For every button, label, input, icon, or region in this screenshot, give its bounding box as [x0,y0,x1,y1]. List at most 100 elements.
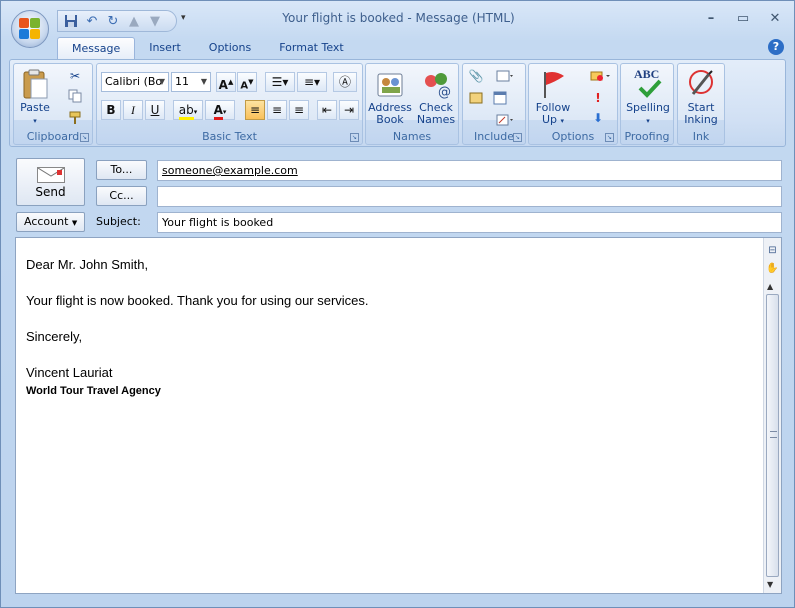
paste-label: Paste [20,101,50,114]
font-name-combo[interactable]: Calibri (Bo ▼ [101,72,169,92]
to-field[interactable]: someone@example.com [157,160,782,181]
signature-icon[interactable] [491,112,519,128]
align-right-button[interactable]: ≡ [289,100,309,120]
chevron-down-icon: ▼ [158,77,165,86]
account-button[interactable]: Account ▼ [16,212,85,232]
closing-line: Sincerely, [26,329,83,344]
basic-text-group: Calibri (Bo ▼ 11 ▼ A▲ A▼ ☰▾ ≡▾ Ⓐ B I U ab▾… [96,63,363,145]
close-button[interactable]: ✕ [766,9,784,27]
scroll-grip-icon [770,431,777,438]
options-label: Options [551,130,595,143]
chevron-down-icon: ▼ [71,219,78,227]
include-launcher-icon[interactable]: ↘ [513,133,522,142]
align-left-icon: ≡ [249,103,261,117]
align-center-icon: ≡ [271,103,283,117]
window-controls: – ▭ ✕ [702,9,784,27]
underline-button[interactable]: U [145,100,165,120]
attach-item-icon[interactable] [491,68,519,84]
cc-button[interactable]: Cc... [96,186,147,206]
tab-insert[interactable]: Insert [135,37,195,59]
clipboard-group: Paste ▾ ✂ Clipboard ↘ [13,63,93,145]
attach-file-icon[interactable]: 📎 [467,68,485,84]
ink-label: Ink [692,130,710,143]
send-envelope-icon [36,167,65,183]
numbering-icon: ≡▾ [303,75,321,89]
previous-item-icon[interactable]: ▲ [125,12,143,30]
start-inking-button[interactable]: Start Inking [678,68,724,126]
bullets-button[interactable]: ☰▾ [265,72,295,92]
basic-text-launcher-icon[interactable]: ↘ [350,133,359,142]
font-color-button[interactable]: A▾ [205,100,235,120]
sender-company: World Tour Travel Agency [26,385,161,397]
business-card-icon[interactable] [467,90,485,106]
ink-group: Start Inking Ink [677,63,725,145]
highlight-button[interactable]: ab▾ [173,100,203,120]
italic-button[interactable]: I [123,100,143,120]
office-button[interactable] [11,10,49,48]
paste-icon [19,68,51,100]
message-body[interactable]: Dear Mr. John Smith, Your flight is now … [15,237,782,594]
start-inking-label-2: Inking [684,113,718,126]
basic-text-label: Basic Text [202,130,257,143]
calendar-icon[interactable] [491,90,509,106]
next-item-icon[interactable]: ▼ [146,12,164,30]
follow-up-label-2: Up [541,113,558,126]
high-importance-icon[interactable]: ! [589,90,607,106]
cut-icon[interactable]: ✂ [66,68,84,84]
account-label: Account [24,215,69,228]
tab-message[interactable]: Message [57,37,136,59]
sender-name: Vincent Lauriat [26,365,113,380]
options-launcher-icon[interactable]: ↘ [605,133,614,142]
paste-button[interactable]: Paste ▾ [18,68,52,127]
shrink-font-button[interactable]: A▼ [237,72,257,92]
scroll-up-icon[interactable]: ▲ [767,282,773,291]
permission-icon[interactable] [587,68,615,84]
undo-icon[interactable]: ↶ [83,12,101,30]
decrease-indent-button[interactable]: ⇤ [317,100,337,120]
tab-options[interactable]: Options [195,37,265,59]
vertical-scrollbar[interactable]: ⊟ ✋ ▲ ▼ [763,238,781,593]
copy-icon[interactable] [66,88,84,104]
ribbon-tabs: Message Insert Options Format Text [57,37,358,59]
to-recipient[interactable]: someone@example.com [162,164,298,177]
redo-icon[interactable]: ↻ [104,12,122,30]
spelling-button[interactable]: ABC Spelling ▾ [623,68,673,127]
check-names-button[interactable]: @ Check Names [414,68,458,126]
format-painter-icon[interactable] [66,110,84,126]
save-icon[interactable] [62,12,80,30]
maximize-button[interactable]: ▭ [734,9,752,27]
align-right-icon: ≡ [293,103,305,117]
message-body-text: Dear Mr. John Smith, Your flight is now … [26,256,369,400]
cc-field[interactable] [157,186,782,207]
subject-field[interactable]: Your flight is booked [157,212,782,233]
clear-formatting-icon: Ⓐ [338,75,351,89]
minimize-button[interactable]: – [702,9,720,27]
follow-up-button[interactable]: Follow Up ▾ [531,68,575,127]
scroll-thumb[interactable] [766,294,779,577]
ruler-toggle-icon[interactable]: ⊟ [766,244,779,257]
check-names-icon: @ [420,68,452,100]
ink-pen-icon [685,68,717,100]
chevron-down-icon: ▼ [200,77,207,86]
pan-hand-icon[interactable]: ✋ [766,262,779,275]
help-icon[interactable]: ? [768,39,784,55]
low-importance-icon[interactable]: ⬇ [589,110,607,126]
align-center-button[interactable]: ≡ [267,100,287,120]
send-button[interactable]: Send [16,158,85,206]
tab-format-text[interactable]: Format Text [265,37,358,59]
paste-dropdown-icon: ▾ [33,117,37,125]
clear-formatting-button[interactable]: Ⓐ [333,72,357,92]
align-left-button[interactable]: ≡ [245,100,265,120]
font-size-combo[interactable]: 11 ▼ [171,72,211,92]
scroll-down-icon[interactable]: ▼ [767,580,773,589]
clipboard-launcher-icon[interactable]: ↘ [80,133,89,142]
to-button[interactable]: To... [96,160,147,180]
bold-button[interactable]: B [101,100,121,120]
numbering-button[interactable]: ≡▾ [297,72,327,92]
increase-indent-button[interactable]: ⇥ [339,100,359,120]
message-window: Your flight is booked - Message (HTML) ↶… [0,0,795,608]
address-book-button[interactable]: Address Book [368,68,412,126]
customize-qat-icon[interactable]: ▾ [181,13,186,23]
grow-font-button[interactable]: A▲ [216,72,236,92]
spelling-label: Spelling [626,101,670,114]
